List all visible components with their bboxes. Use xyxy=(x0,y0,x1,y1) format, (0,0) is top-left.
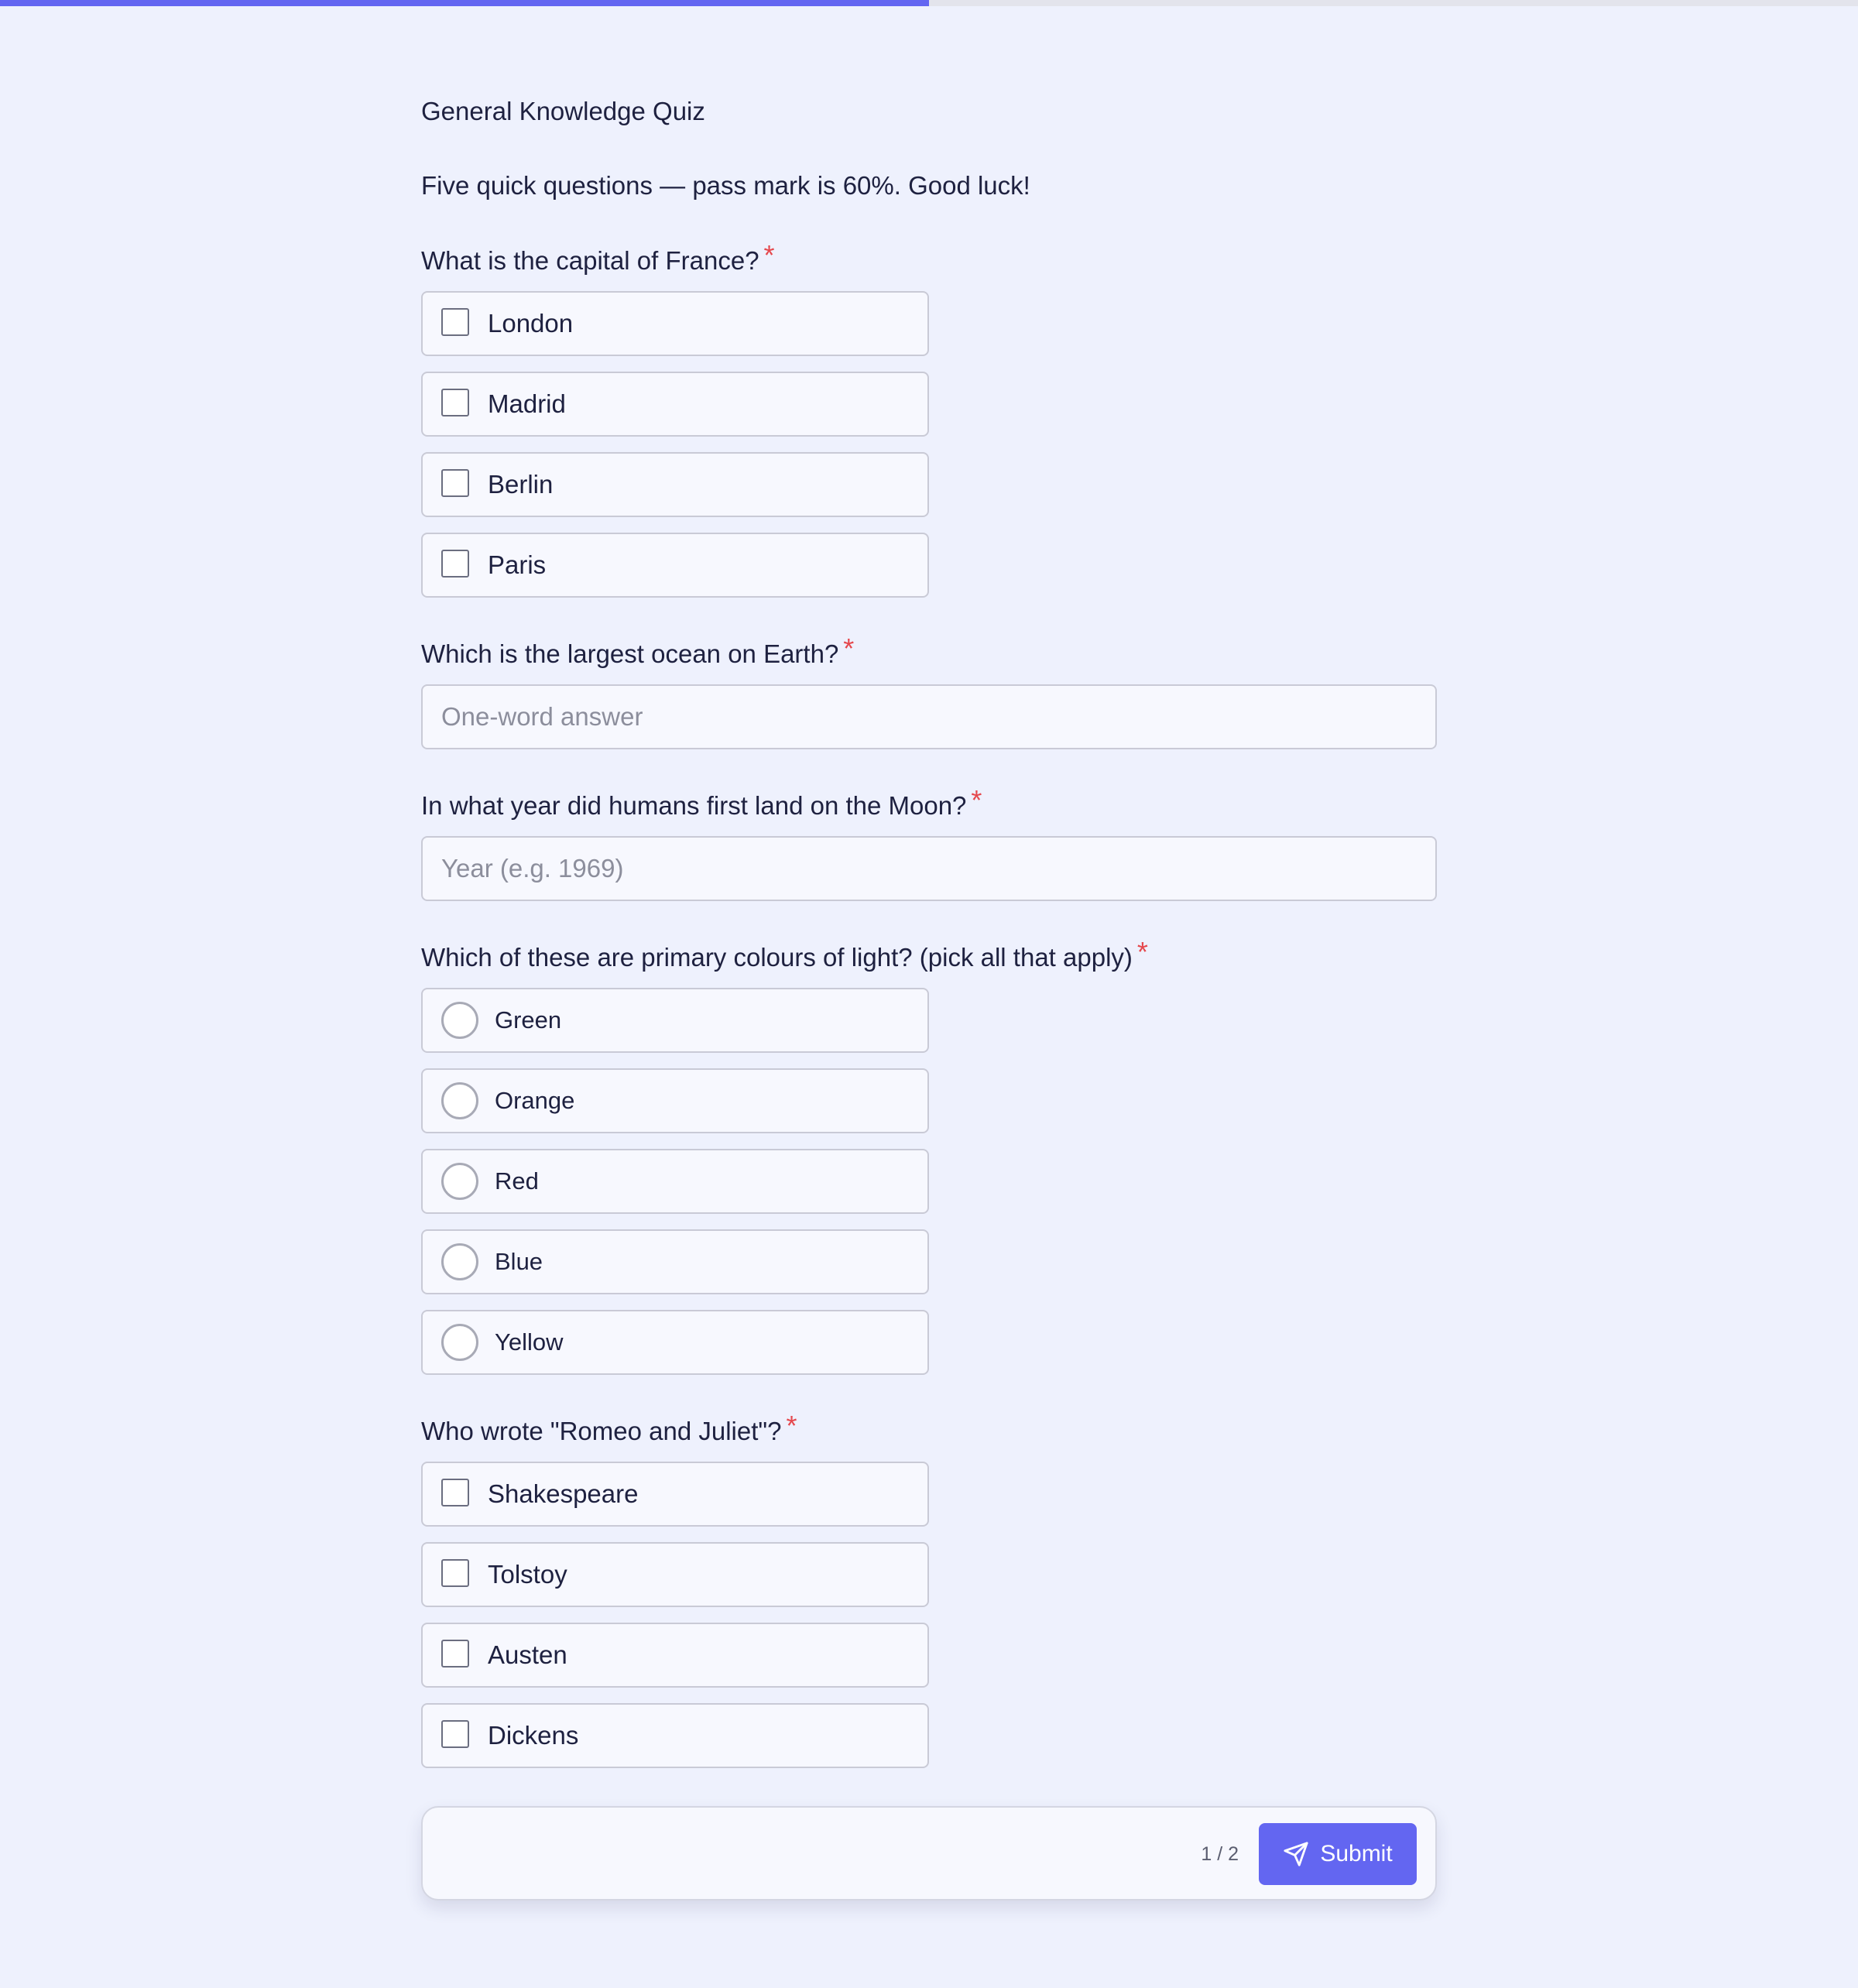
option-label: Orange xyxy=(495,1087,575,1114)
q1-option-london[interactable]: London xyxy=(421,291,929,356)
checkbox[interactable] xyxy=(441,469,469,497)
question-4-label: Which of these are primary colours of li… xyxy=(421,936,1148,972)
q5-option-austen[interactable]: Austen xyxy=(421,1623,929,1688)
form-footer: 1 / 2 Submit xyxy=(421,1806,1437,1901)
q1-option-paris[interactable]: Paris xyxy=(421,533,929,598)
q5-option-dickens[interactable]: Dickens xyxy=(421,1703,929,1768)
required-marker: * xyxy=(763,239,775,271)
quiz-description: Five quick questions — pass mark is 60%.… xyxy=(421,171,1030,200)
required-marker: * xyxy=(843,632,855,664)
question-5-label: Who wrote "Romeo and Juliet"? * xyxy=(421,1410,797,1446)
option-label: Paris xyxy=(488,550,547,579)
checkbox[interactable] xyxy=(441,1720,469,1748)
q4-option-green[interactable]: Green xyxy=(421,988,929,1053)
checkbox[interactable] xyxy=(441,1559,469,1587)
page-indicator: 1 / 2 xyxy=(1201,1843,1239,1865)
required-marker: * xyxy=(971,784,982,816)
q1-option-madrid[interactable]: Madrid xyxy=(421,372,929,437)
checkbox[interactable] xyxy=(441,550,469,578)
checkbox[interactable] xyxy=(441,308,469,336)
option-label: Tolstoy xyxy=(488,1560,567,1589)
ocean-answer-input[interactable] xyxy=(421,684,1437,749)
send-icon xyxy=(1283,1841,1309,1867)
question-1-label: What is the capital of France? * xyxy=(421,239,775,276)
moon-year-input[interactable] xyxy=(421,836,1437,901)
q4-option-yellow[interactable]: Yellow xyxy=(421,1310,929,1375)
checkbox[interactable] xyxy=(441,1640,469,1668)
progress-bar-fill xyxy=(0,0,929,6)
radio-button[interactable] xyxy=(441,1082,478,1119)
question-3-label: In what year did humans first land on th… xyxy=(421,784,982,821)
question-2-label: Which is the largest ocean on Earth? * xyxy=(421,632,855,669)
q4-option-orange[interactable]: Orange xyxy=(421,1068,929,1133)
q4-option-red[interactable]: Red xyxy=(421,1149,929,1214)
option-label: Green xyxy=(495,1006,562,1033)
checkbox[interactable] xyxy=(441,389,469,416)
required-marker: * xyxy=(786,1410,797,1441)
submit-label: Submit xyxy=(1320,1841,1393,1866)
option-label: Dickens xyxy=(488,1721,579,1750)
option-label: Madrid xyxy=(488,389,566,418)
radio-button[interactable] xyxy=(441,1324,478,1361)
q1-option-berlin[interactable]: Berlin xyxy=(421,452,929,517)
radio-button[interactable] xyxy=(441,1163,478,1200)
radio-button[interactable] xyxy=(441,1243,478,1280)
option-label: Shakespeare xyxy=(488,1479,639,1508)
quiz-title: General Knowledge Quiz xyxy=(421,97,705,125)
option-label: London xyxy=(488,309,574,338)
checkbox[interactable] xyxy=(441,1479,469,1506)
q4-option-blue[interactable]: Blue xyxy=(421,1229,929,1294)
required-marker: * xyxy=(1136,936,1148,968)
option-label: Austen xyxy=(488,1640,567,1669)
option-label: Red xyxy=(495,1167,539,1195)
option-label: Berlin xyxy=(488,470,554,499)
q5-option-tolstoy[interactable]: Tolstoy xyxy=(421,1542,929,1607)
progress-bar xyxy=(0,0,1858,6)
option-label: Yellow xyxy=(495,1328,564,1356)
radio-button[interactable] xyxy=(441,1002,478,1039)
option-label: Blue xyxy=(495,1248,543,1275)
submit-button[interactable]: Submit xyxy=(1259,1823,1417,1885)
q5-option-shakespeare[interactable]: Shakespeare xyxy=(421,1462,929,1527)
